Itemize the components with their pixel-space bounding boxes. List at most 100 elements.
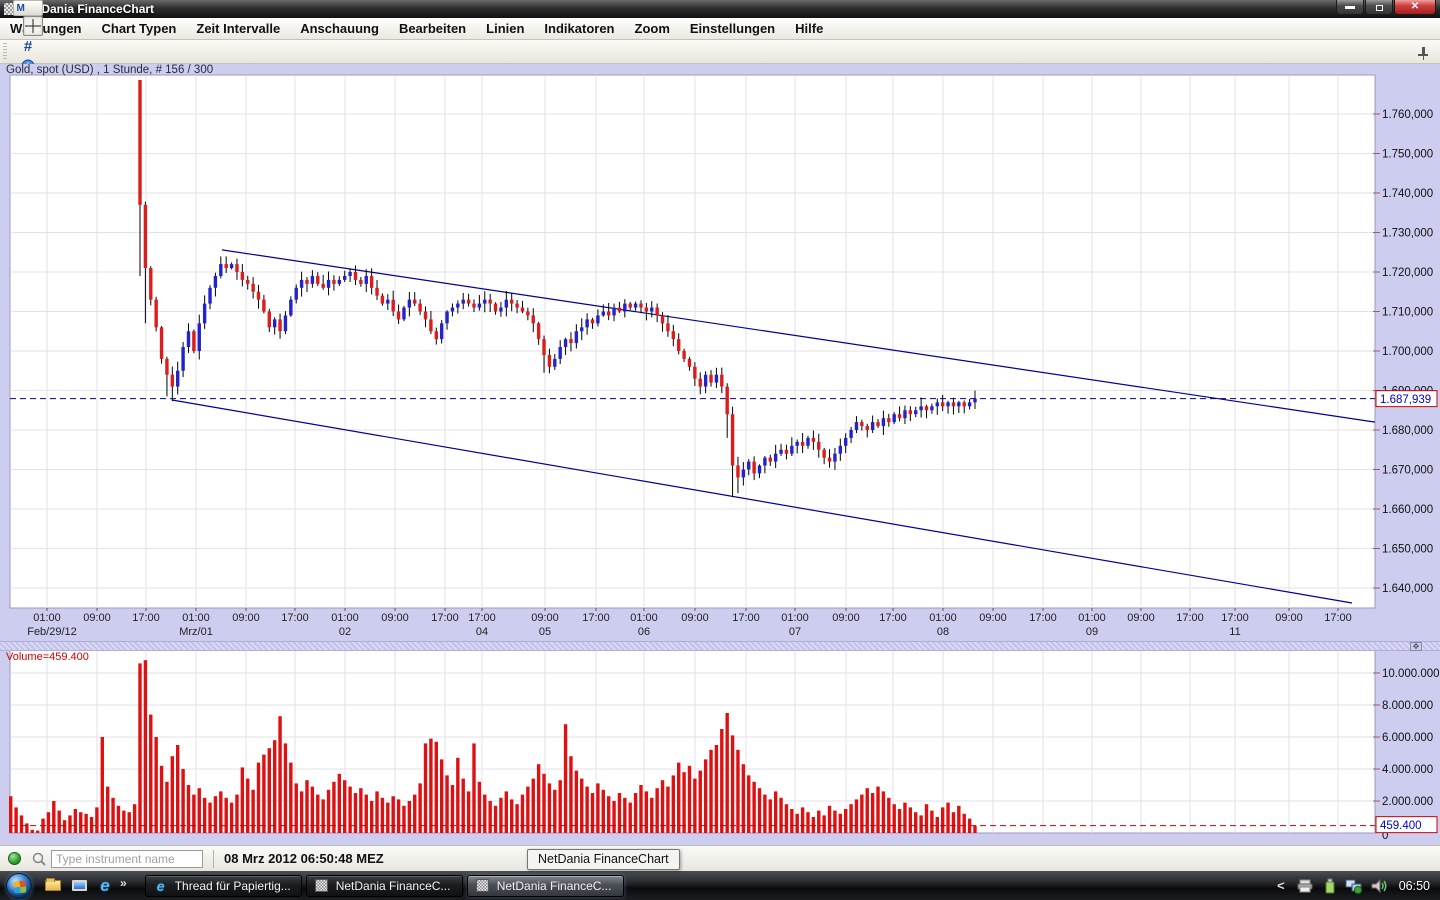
taskbar-task-2[interactable]: NetDania FinanceC... bbox=[467, 875, 624, 897]
taskbar: e » eThread für Papiertig...NetDania Fin… bbox=[0, 871, 1440, 900]
svg-text:Mrz/01: Mrz/01 bbox=[179, 626, 213, 638]
status-bar: 08 Mrz 2012 06:50:48 MEZ bbox=[0, 845, 1440, 871]
svg-text:1.687,939: 1.687,939 bbox=[1380, 394, 1431, 406]
menu-bar: WährungenChart TypenZeit IntervalleAnsch… bbox=[0, 18, 1440, 40]
taskbar-task-0[interactable]: eThread für Papiertig... bbox=[145, 875, 302, 897]
svg-text:1.710,000: 1.710,000 bbox=[1382, 307, 1433, 319]
internet-explorer-icon[interactable]: e bbox=[95, 876, 115, 896]
svg-text:09:00: 09:00 bbox=[1127, 612, 1155, 624]
svg-text:17:00: 17:00 bbox=[1324, 612, 1352, 624]
netdania-icon bbox=[314, 878, 330, 894]
svg-text:09:00: 09:00 bbox=[83, 612, 111, 624]
windows-logo-icon bbox=[14, 880, 27, 893]
svg-text:01:00: 01:00 bbox=[630, 612, 658, 624]
svg-text:01:00: 01:00 bbox=[1078, 612, 1106, 624]
svg-text:17:00: 17:00 bbox=[1221, 612, 1249, 624]
menu-chart-typen[interactable]: Chart Typen bbox=[92, 19, 187, 38]
volume-tray-icon[interactable] bbox=[1371, 878, 1387, 894]
system-tray: < 06:50 bbox=[1277, 878, 1440, 894]
svg-text:6.000.000: 6.000.000 bbox=[1382, 732, 1433, 744]
svg-text:1.650,000: 1.650,000 bbox=[1382, 544, 1433, 556]
svg-text:Feb/29/12: Feb/29/12 bbox=[27, 626, 77, 638]
restore-icon[interactable] bbox=[1365, 0, 1393, 15]
menu-linien[interactable]: Linien bbox=[476, 19, 534, 38]
svg-text:17:00: 17:00 bbox=[281, 612, 309, 624]
svg-text:17:00: 17:00 bbox=[431, 612, 459, 624]
svg-text:17:00: 17:00 bbox=[1176, 612, 1204, 624]
svg-text:1.750,000: 1.750,000 bbox=[1382, 149, 1433, 161]
instrument-search-input[interactable] bbox=[51, 850, 203, 868]
svg-text:8.000.000: 8.000.000 bbox=[1382, 700, 1433, 712]
svg-text:1.670,000: 1.670,000 bbox=[1382, 465, 1433, 477]
svg-text:01:00: 01:00 bbox=[929, 612, 957, 624]
show-desktop-icon[interactable] bbox=[69, 876, 89, 896]
svg-text:09:00: 09:00 bbox=[681, 612, 709, 624]
svg-text:04: 04 bbox=[476, 626, 488, 638]
menu-zoom[interactable]: Zoom bbox=[625, 19, 680, 38]
crosshair-icon[interactable] bbox=[23, 16, 43, 36]
taskbar-task-1[interactable]: NetDania FinanceC... bbox=[306, 875, 463, 897]
menu-hilfe[interactable]: Hilfe bbox=[785, 19, 833, 38]
svg-text:02: 02 bbox=[339, 626, 351, 638]
svg-text:07: 07 bbox=[789, 626, 801, 638]
svg-text:01:00: 01:00 bbox=[781, 612, 809, 624]
chart-area: Gold, spot (USD) , 1 Stunde, # 156 / 300… bbox=[0, 64, 1440, 845]
instrument-label: Gold, spot (USD) , 1 Stunde, # 156 / 300 bbox=[6, 64, 213, 76]
svg-text:459.400: 459.400 bbox=[1380, 820, 1422, 832]
svg-text:06: 06 bbox=[638, 626, 650, 638]
svg-text:09:00: 09:00 bbox=[381, 612, 409, 624]
toolbar-drag-handle[interactable] bbox=[3, 43, 7, 61]
folder-icon[interactable] bbox=[43, 876, 63, 896]
svg-text:17:00: 17:00 bbox=[132, 612, 160, 624]
svg-text:1.730,000: 1.730,000 bbox=[1382, 228, 1433, 240]
close-icon[interactable]: ✕ bbox=[1394, 0, 1436, 15]
svg-text:1.700,000: 1.700,000 bbox=[1382, 346, 1433, 358]
svg-text:1.680,000: 1.680,000 bbox=[1382, 425, 1433, 437]
svg-text:09:00: 09:00 bbox=[832, 612, 860, 624]
menu-einstellungen[interactable]: Einstellungen bbox=[680, 19, 785, 38]
volume-label: Volume=459.400 bbox=[6, 651, 89, 663]
search-icon bbox=[31, 851, 47, 867]
svg-text:1.740,000: 1.740,000 bbox=[1382, 188, 1433, 200]
svg-text:09:00: 09:00 bbox=[979, 612, 1007, 624]
svg-text:11: 11 bbox=[1229, 626, 1240, 638]
pin-icon[interactable] bbox=[1413, 43, 1433, 63]
start-button[interactable] bbox=[6, 873, 32, 899]
svg-text:#: # bbox=[23, 38, 32, 54]
connection-status-icon bbox=[8, 852, 21, 865]
menu-zeit-intervalle[interactable]: Zeit Intervalle bbox=[186, 19, 290, 38]
interval-button-m[interactable]: M bbox=[13, 0, 43, 16]
network-tray-icon[interactable] bbox=[1345, 878, 1363, 894]
printer-tray-icon[interactable] bbox=[1297, 879, 1315, 893]
svg-text:17:00: 17:00 bbox=[1029, 612, 1057, 624]
toolbar: T151015301H2H4H8HDWM#i1.2✕✕✕ bbox=[0, 40, 1440, 64]
svg-text:09: 09 bbox=[1086, 626, 1098, 638]
svg-text:17:00: 17:00 bbox=[468, 612, 496, 624]
svg-text:09:00: 09:00 bbox=[1275, 612, 1303, 624]
tray-expand-chevron[interactable]: < bbox=[1277, 878, 1285, 893]
scrollbar-grip-icon[interactable]: ✥ bbox=[1410, 642, 1422, 651]
window-controls: ▬ ✕ bbox=[1335, 0, 1436, 15]
chart-scrollbar[interactable]: ✥ bbox=[0, 641, 1440, 651]
taskbar-clock: 06:50 bbox=[1399, 879, 1430, 893]
taskbar-tooltip: NetDania FinanceChart bbox=[527, 849, 680, 870]
svg-text:1.720,000: 1.720,000 bbox=[1382, 267, 1433, 279]
quicklaunch-overflow-chevron[interactable]: » bbox=[120, 876, 127, 890]
menu-anschauung[interactable]: Anschauung bbox=[290, 19, 389, 38]
menu-indikatoren[interactable]: Indikatoren bbox=[534, 19, 624, 38]
svg-text:17:00: 17:00 bbox=[582, 612, 610, 624]
grid-icon[interactable]: # bbox=[12, 36, 43, 56]
svg-text:17:00: 17:00 bbox=[879, 612, 907, 624]
svg-text:09:00: 09:00 bbox=[232, 612, 260, 624]
power-tray-icon[interactable] bbox=[1323, 878, 1337, 894]
price-volume-chart[interactable]: 1.760,000 1.750,000 1.740,000 1.730,000 1.72… bbox=[0, 64, 1440, 845]
svg-text:1.760,000: 1.760,000 bbox=[1382, 109, 1433, 121]
svg-text:05: 05 bbox=[539, 626, 551, 638]
statusbar-divider bbox=[213, 850, 214, 868]
clock-timestamp: 08 Mrz 2012 06:50:48 MEZ bbox=[224, 851, 384, 866]
netdania-icon bbox=[475, 878, 491, 894]
minimize-icon[interactable]: ▬ bbox=[1336, 0, 1364, 15]
svg-text:01:00: 01:00 bbox=[182, 612, 210, 624]
menu-bearbeiten[interactable]: Bearbeiten bbox=[389, 19, 476, 38]
svg-text:10.000.000: 10.000.000 bbox=[1382, 668, 1440, 680]
